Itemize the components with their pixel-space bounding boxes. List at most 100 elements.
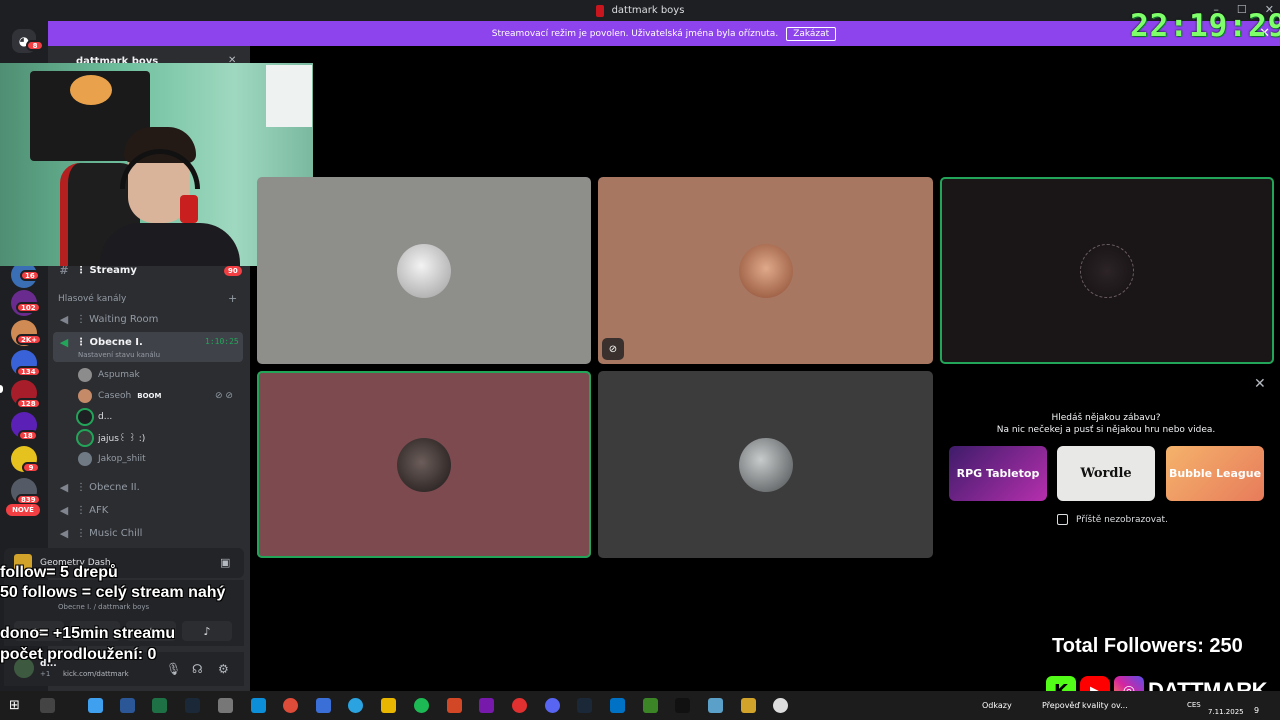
member-name: d... — [98, 412, 113, 422]
voice-member[interactable]: Aspumak — [78, 367, 140, 383]
participant-tile[interactable] — [940, 177, 1274, 364]
activity-card-bubble-league[interactable]: Bubble League — [1166, 446, 1264, 501]
webcam-microphone — [180, 195, 198, 223]
voice-channel-obecne-2[interactable]: ◀ ⋮ Obecne II. — [58, 478, 140, 496]
word-icon[interactable] — [120, 698, 135, 713]
participant-tile[interactable] — [598, 177, 933, 364]
member-name: Aspumak — [98, 370, 140, 380]
checkbox-label: Příště nezobrazovat. — [1076, 514, 1168, 525]
soundboard-button[interactable]: ♪ — [182, 621, 232, 641]
notification-count[interactable]: 9 — [1254, 706, 1259, 715]
voice-member[interactable]: d... — [78, 409, 112, 425]
participant-tile[interactable] — [257, 177, 591, 364]
speaker-icon: ◀ — [59, 480, 69, 494]
avatar — [738, 437, 793, 492]
steam-icon[interactable] — [577, 698, 592, 713]
taskbar-date[interactable]: 7.11.2025 — [1208, 708, 1244, 716]
onenote-icon[interactable] — [479, 698, 494, 713]
speaker-icon: ◀ — [59, 312, 69, 326]
excel-icon[interactable] — [152, 698, 167, 713]
powerpoint-icon[interactable] — [447, 698, 462, 713]
language-indicator[interactable]: CES — [1187, 701, 1201, 709]
overlay-follow-rule: follow= 5 drepů — [0, 564, 118, 581]
app-icon[interactable] — [218, 698, 233, 713]
app-icon[interactable] — [88, 698, 103, 713]
screen-share-icon[interactable]: ▣ — [220, 556, 230, 569]
activity-card-rpg-tabletop[interactable]: RPG Tabletop — [949, 446, 1047, 501]
user-status: +1 — [40, 670, 51, 678]
task-view-icon[interactable] — [40, 698, 55, 713]
obs-icon[interactable] — [512, 698, 527, 713]
voice-member[interactable]: jajus꒰ ꒱ :) — [78, 430, 145, 446]
stream-clock: 22:19:29 — [1130, 8, 1280, 44]
dont-show-again-row[interactable]: Příště nezobrazovat. — [1057, 514, 1168, 525]
headphones-icon[interactable]: ☊ — [192, 662, 203, 676]
speaker-icon: ◀ — [59, 503, 69, 517]
banner-text: Streamovací režim je povolen. Uživatelsk… — [491, 28, 779, 39]
activity-card-wordle[interactable]: Wordle — [1057, 446, 1155, 501]
voice-connection-channel[interactable]: Obecne I. / dattmark boys — [58, 603, 149, 611]
settings-gear-icon[interactable]: ⚙ — [218, 662, 229, 676]
overlay-donation-rule: dono= +15min streamu — [0, 625, 176, 642]
file-explorer-icon[interactable] — [381, 698, 396, 713]
close-suggestion-icon[interactable]: ✕ — [1254, 376, 1266, 392]
tiktok-icon[interactable] — [675, 698, 690, 713]
webcam-poster-figure — [70, 75, 112, 105]
microphone-icon[interactable]: 🎙 — [166, 662, 181, 676]
add-channel-icon[interactable]: + — [228, 292, 237, 305]
overlay-extension-count: počet prodloužení: 0 — [0, 646, 157, 663]
voice-channel-music-chill[interactable]: ◀ ⋮ Music Chill — [58, 524, 143, 542]
soundboard-icon: ♪ — [203, 624, 211, 638]
voice-member[interactable]: Caseoh BOOM — [78, 388, 161, 404]
speaker-icon: ◀ — [59, 335, 69, 349]
taskbar-links[interactable]: Odkazy — [982, 701, 1012, 710]
voice-channel-afk[interactable]: ◀ ⋮ AFK — [58, 501, 109, 519]
outlook-icon[interactable] — [610, 698, 625, 713]
windows-start-icon[interactable]: ⊞ — [9, 698, 20, 713]
card-label: RPG Tabletop — [956, 467, 1040, 480]
disable-streamer-mode-button[interactable]: Zakázat — [786, 26, 837, 41]
avatar — [738, 243, 793, 298]
channel-status-setting[interactable]: Nastavení stavu kanálu — [78, 351, 160, 359]
suggestion-title: Hledáš nějakou zábavu? — [1051, 413, 1161, 423]
channel-label: ⋮ Music Chill — [76, 527, 143, 539]
voice-category-label[interactable]: Hlasové kanály — [58, 294, 126, 304]
window-title: dattmark boys — [611, 5, 685, 16]
participant-tile[interactable] — [257, 371, 591, 558]
app-icon[interactable] — [708, 698, 723, 713]
app-icon[interactable] — [773, 698, 788, 713]
app-icon[interactable] — [316, 698, 331, 713]
taskbar-notification[interactable]: Přepověď kvality ov... — [1042, 701, 1128, 710]
video-off-icon[interactable]: ⊘ — [602, 338, 624, 360]
new-badge: NOVÉ — [6, 504, 40, 516]
chrome-icon[interactable] — [283, 698, 298, 713]
avatar — [78, 368, 92, 382]
steam-icon[interactable] — [185, 698, 200, 713]
avatar — [78, 452, 92, 466]
avatar — [397, 437, 451, 492]
spotify-icon[interactable] — [414, 698, 429, 713]
dont-show-again-checkbox[interactable] — [1057, 514, 1068, 525]
channel-label: ⋮ Obecne I. — [76, 336, 143, 348]
voice-channel-obecne-1[interactable]: ◀ ⋮ Obecne I. — [58, 333, 143, 351]
participant-tile[interactable] — [598, 371, 933, 558]
user-custom-status: kick.com/dattmark — [63, 670, 129, 678]
channel-label: ⋮ Obecne II. — [76, 481, 140, 493]
discord-icon[interactable] — [545, 698, 560, 713]
app-icon — [595, 4, 604, 17]
overlay-follow-goal: 50 follows = celý stream nahý — [0, 584, 226, 601]
minecraft-icon[interactable] — [643, 698, 658, 713]
server-badge: 18 — [18, 430, 38, 441]
total-followers: Total Followers: 250 — [1052, 635, 1243, 657]
server-badge: 16 — [20, 270, 40, 281]
server-badge: 128 — [16, 398, 41, 409]
voice-channel-waiting-room[interactable]: ◀ ⋮ Waiting Room — [58, 310, 159, 328]
geometry-dash-icon[interactable] — [741, 698, 756, 713]
channel-label: ⋮ Waiting Room — [76, 313, 159, 325]
title-bar: dattmark boys – ☐ ✕ — [0, 0, 1280, 21]
channel-label: ⋮ AFK — [76, 504, 109, 516]
server-badge: 134 — [16, 366, 41, 377]
telegram-icon[interactable] — [348, 698, 363, 713]
voice-member[interactable]: Jakop_shiit — [78, 451, 146, 467]
edge-icon[interactable] — [251, 698, 266, 713]
